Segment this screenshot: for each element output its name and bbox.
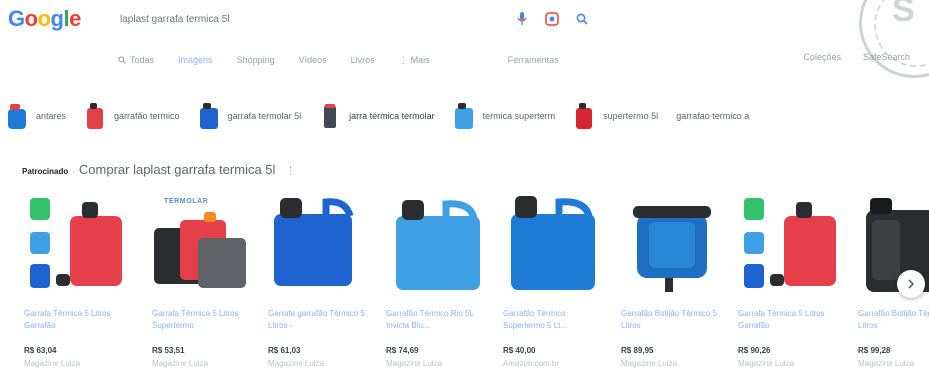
product-title[interactable]: Garrafão Botijão Térmico 5 Litros [621,308,725,332]
lens-icon[interactable] [544,11,560,27]
search-input[interactable]: laplast garrafa termica 5l [100,14,500,25]
tab-label: Vídeos [298,55,327,65]
tab-imagens[interactable]: Imagens [178,55,213,65]
chip-label: garrafao termico a [676,111,750,121]
chip-garrafa-termolar[interactable]: garrafa termolar 5l [198,102,302,130]
product-store: Magazine Luiza [621,359,678,368]
product-image [396,200,480,290]
product-card[interactable]: Garrafão Térmico Supertermo 5 Lt... R$ 4… [501,188,609,378]
chip-label: jarra térmica termolar [349,111,435,121]
product-carousel: Garrafa Térmica 5 Litros Garrafão R$ 63,… [22,188,929,378]
product-store: Magazine Luiza [24,359,81,368]
tab-mais[interactable]: ⋮ Mais [399,55,430,66]
chip-supertermo[interactable]: supertermo 5l [573,102,658,130]
product-image [274,198,354,286]
separator: · [72,167,75,176]
chip-antares[interactable]: antares [6,102,66,130]
tab-label: Mais [410,55,430,65]
product-store: Magazine Luiza [268,359,325,368]
related-chips: antares garrafão termico garrafa termola… [6,98,929,134]
chip-jarra-termica[interactable]: jarra térmica termolar [319,102,435,130]
product-price: R$ 99,28 [858,346,891,355]
tab-label: Todas [130,55,155,65]
product-store: Magazine Luiza [858,359,915,368]
info-icon[interactable]: ⋮ [285,166,295,177]
product-price: R$ 53,51 [152,346,185,355]
tab-label: Imagens [178,55,213,65]
product-store: Magazine Luiza [152,359,209,368]
product-card[interactable]: Garrafão Botijão Térmico 5 Litros R$ 89,… [619,188,727,378]
product-price: R$ 74,69 [386,346,419,355]
product-title[interactable]: Garrafão Térmico Supertermo 5 Lt... [503,308,607,332]
tab-label: Shopping [236,55,275,65]
product-card[interactable]: Garrafa garrafão Térmico 5 Litros - R$ 6… [266,188,374,378]
product-image [30,198,122,288]
chip-garrafao-termico[interactable]: garrafão termico [84,102,180,130]
tab-label: Ferramentas [507,55,559,65]
product-price: R$ 40,00 [503,346,536,355]
sponsored-tag: Patrocinado [22,167,69,176]
logo-letter: o [24,6,38,31]
search-icon[interactable] [574,11,590,27]
stamp-logo: S [892,0,915,29]
product-image [633,206,711,292]
product-price: R$ 89,95 [621,346,654,355]
search-icon [118,56,126,64]
chip-label: supertermo 5l [603,111,659,121]
product-title[interactable]: Garrafa garrafão Térmico 5 Litros - [268,308,372,332]
product-store: Magazine Luiza [386,359,443,368]
product-title[interactable]: Garrafão Botijão Térmico 5 Litros [858,308,929,332]
tabs-right: Coleções SafeSearch [803,52,910,62]
carousel-next-button[interactable] [897,270,925,298]
chip-garrafao-termico-a[interactable]: garrafao termico a [676,111,749,121]
product-store: Amazon.com.br [503,359,560,368]
chip-label: garrafa termolar 5l [227,111,302,121]
product-store: Magazine Luiza [738,359,795,368]
sponsored-heading: Patrocinado · Comprar laplast garrafa te… [22,162,295,177]
product-title[interactable]: Garrafa Térmica 5 Litros Garrafão [24,308,128,332]
jug-thumbnail [453,102,475,130]
product-title[interactable]: Garrafão Térmico Rio 5L Invicta Blu... [386,308,490,332]
search-tabs: Todas Imagens Shopping Vídeos Livros ⋮ M… [118,52,918,68]
product-card[interactable]: Garrafão Térmico Rio 5L Invicta Blu... R… [384,188,492,378]
mic-icon[interactable] [514,11,530,27]
jar-thumbnail [319,102,341,130]
brand-label: TERMOLAR [164,198,209,205]
tab-label: Livros [350,55,375,65]
product-card[interactable]: Garrafa Térmica 5 Litros Garrafão R$ 63,… [22,188,130,378]
product-card[interactable]: Garrafa Térmica 5 Litros Garrafão R$ 90,… [736,188,844,378]
tools-button[interactable]: Ferramentas [508,55,559,65]
chip-label: antares [36,111,67,121]
jug-thumbnail [6,102,28,130]
product-title[interactable]: Garrafa Térmica 5 Litros Garrafão [738,308,842,332]
tab-todas[interactable]: Todas [118,55,154,65]
product-price: R$ 63,04 [24,346,57,355]
product-image [511,196,595,290]
jug-thumbnail [198,102,220,130]
collections-link[interactable]: Coleções [803,52,841,62]
chip-label: termica superterm [482,111,556,121]
google-logo[interactable]: Google [8,6,81,32]
tab-videos[interactable]: Vídeos [299,55,327,65]
product-price: R$ 61,03 [268,346,301,355]
logo-letter: e [69,6,81,31]
product-price: R$ 90,26 [738,346,771,355]
more-vert-icon: ⋮ [398,54,408,65]
product-card[interactable]: TERMOLAR Garrafa Térmica 5 Litros Supert… [150,188,258,378]
logo-letter: o [37,6,51,31]
search-bar[interactable]: laplast garrafa termica 5l [100,6,590,32]
product-image [744,198,836,288]
jug-thumbnail [573,102,595,130]
logo-letter: G [8,6,25,31]
chip-label: garrafão termico [114,111,180,121]
safesearch-link[interactable]: SafeSearch [863,52,910,62]
logo-letter: g [50,6,64,31]
chip-termica-superterm[interactable]: termica superterm [453,102,556,130]
jug-thumbnail [84,102,106,130]
product-title[interactable]: Garrafa Térmica 5 Litros Supertermo [152,308,256,332]
sponsored-title: Comprar laplast garrafa termica 5l [78,162,276,177]
tab-shopping[interactable]: Shopping [237,55,275,65]
tab-livros[interactable]: Livros [351,55,375,65]
chevron-right-icon [908,279,915,289]
